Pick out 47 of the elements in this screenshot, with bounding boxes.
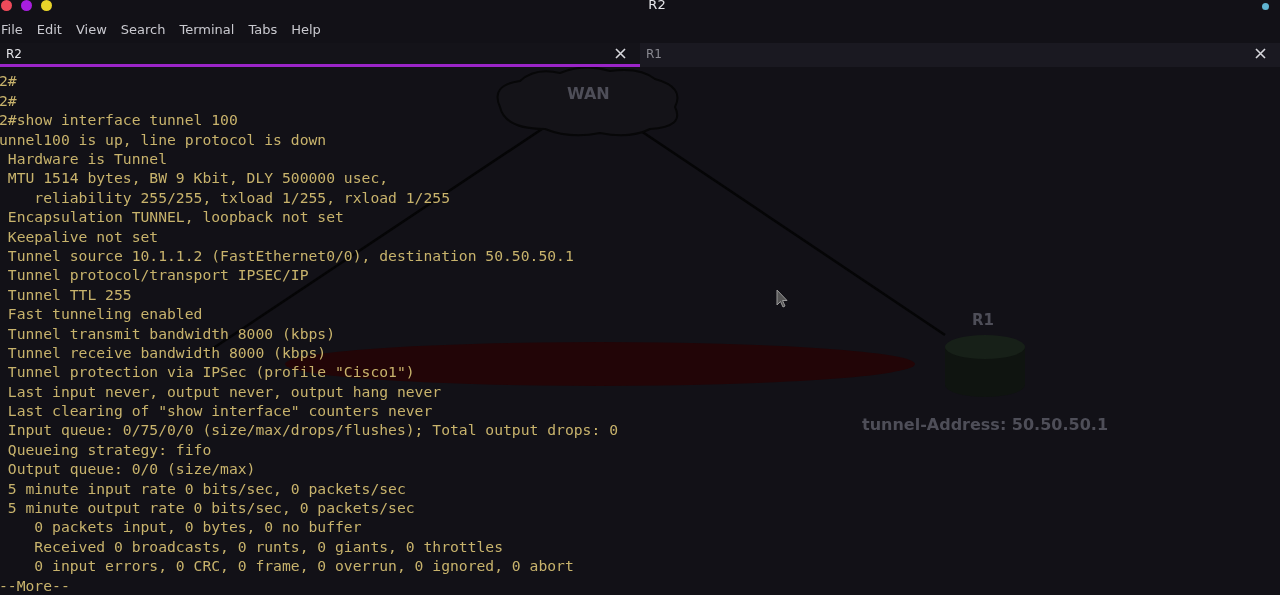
- terminal-line: Tunnel transmit bandwidth 8000 (kbps): [6, 323, 336, 343]
- terminal-line: Keepalive not set: [6, 226, 159, 246]
- terminal-line: Queueing strategy: fifo: [6, 439, 212, 460]
- terminal-line: --More--: [0, 575, 70, 595]
- address-label: tunnel-Address: 50.50.50.1: [862, 415, 1108, 435]
- terminal-line: Input queue: 0/75/0/0 (size/max/drops/flushes); Total output drops: 0: [6, 420, 618, 440]
- terminal-line: 2#: [0, 90, 17, 111]
- menu-item[interactable]: Search: [120, 22, 174, 38]
- terminal-line: 2#: [0, 71, 17, 91]
- cloud-label: WAN: [567, 84, 610, 104]
- terminal-line: Tunnel protection via IPSec (profile "Cisco1"): [6, 362, 415, 382]
- terminal-line: Tunnel source 10.1.1.2 (FastEthernet0/0), destination 50.50.50.1: [6, 245, 574, 266]
- terminal-line: Received 0 broadcasts, 0 runts, 0 giants, 0 throttles: [33, 536, 504, 557]
- menu-item[interactable]: Edit: [36, 22, 70, 38]
- menu-item[interactable]: Tabs: [248, 22, 286, 38]
- menu-item[interactable]: Terminal: [179, 22, 243, 38]
- terminal-line: reliability 255/255, txload 1/255, rxload 1/255: [33, 187, 450, 208]
- terminal-line: 2#show interface tunnel 100: [0, 110, 238, 130]
- menu-item[interactable]: View: [75, 22, 115, 38]
- terminal-line: unnel100 is up, line protocol is down: [0, 129, 327, 149]
- terminal-line: Hardware is Tunnel: [6, 149, 167, 169]
- terminal-line: Tunnel protocol/transport IPSEC/IP: [6, 265, 309, 285]
- close-tab-button[interactable]: [615, 48, 626, 60]
- mouse-pointer-icon: [776, 289, 788, 310]
- terminal-line: Last clearing of "show interface" counters never: [6, 401, 433, 421]
- terminal-tab[interactable]: R2: [0, 43, 640, 68]
- terminal-line: Output queue: 0/0 (size/max): [6, 459, 256, 479]
- terminal-line: Tunnel TTL 255: [6, 284, 132, 305]
- menu-item[interactable]: Help: [291, 22, 329, 38]
- terminal-line: Last input never, output never, output hang never: [6, 381, 442, 402]
- close-tab-button[interactable]: [1255, 48, 1266, 60]
- terminal-line: 5 minute output rate 0 bits/sec, 0 packets/sec: [6, 498, 415, 518]
- terminal-line: 5 minute input rate 0 bits/sec, 0 packets/sec: [6, 478, 406, 499]
- minimize-window-button[interactable]: [21, 0, 32, 11]
- menu-item[interactable]: File: [0, 22, 31, 38]
- terminal-line: Tunnel receive bandwidth 8000 (kbps): [6, 342, 327, 363]
- status-dot-icon: [1262, 2, 1269, 10]
- terminal-line: MTU 1514 bytes, BW 9 Kbit, DLY 500000 usec,: [6, 168, 389, 188]
- terminal-line: Encapsulation TUNNEL, loopback not set: [6, 207, 344, 227]
- terminal-line: Fast tunneling enabled: [6, 304, 203, 324]
- terminal-line: 0 input errors, 0 CRC, 0 frame, 0 overrun, 0 ignored, 0 abort: [33, 556, 574, 576]
- router-label: R1: [972, 311, 994, 330]
- close-window-button[interactable]: [1, 0, 12, 11]
- terminal-line: 0 packets input, 0 bytes, 0 no buffer: [33, 517, 362, 537]
- maximize-window-button[interactable]: [41, 0, 52, 11]
- router-icon: [945, 335, 1025, 398]
- terminal-tab[interactable]: R1: [640, 43, 1280, 68]
